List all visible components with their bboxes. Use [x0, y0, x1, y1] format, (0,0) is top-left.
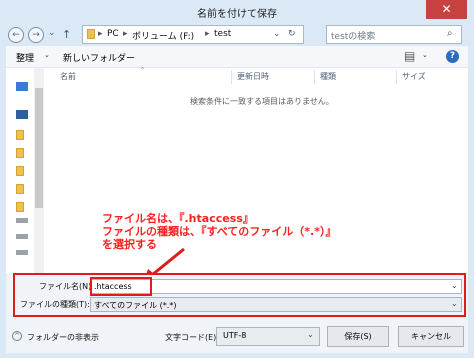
scrollbar-thumb[interactable] — [35, 88, 43, 208]
sort-arrow-icon: ^ — [140, 67, 146, 74]
column-divider[interactable] — [231, 70, 232, 84]
network-icon[interactable] — [16, 82, 28, 91]
back-button[interactable]: ← — [8, 27, 24, 43]
view-options-icon[interactable]: ▤ — [404, 49, 415, 63]
refresh-icon[interactable]: ↻ — [288, 29, 296, 39]
forward-button[interactable]: → — [28, 27, 44, 43]
window-title: 名前を付けて保存 — [197, 9, 277, 20]
organize-dropdown-icon: ⌄ — [44, 51, 50, 59]
help-icon[interactable]: ? — [446, 50, 459, 63]
cancel-button[interactable]: キャンセル — [398, 326, 464, 347]
search-input[interactable]: testの検索 — [331, 29, 375, 42]
encoding-dropdown-icon[interactable]: ⌄ — [307, 330, 314, 339]
drive-icon[interactable] — [16, 218, 28, 223]
breadcrumb-separator-icon: ▸ — [205, 29, 210, 39]
breadcrumb-separator-icon: ▸ — [98, 29, 103, 39]
column-header-modified[interactable]: 更新日時 — [237, 71, 269, 85]
pc-icon[interactable] — [16, 110, 28, 119]
drive-icon[interactable] — [16, 234, 28, 239]
encoding-label: 文字コード(E): — [165, 333, 219, 342]
history-dropdown-icon[interactable]: ⌄ — [48, 28, 56, 38]
breadcrumb-item-test[interactable]: test — [214, 29, 231, 39]
column-divider[interactable] — [314, 70, 315, 84]
close-button[interactable]: ✕ — [426, 0, 467, 19]
toolbar: 整理 ⌄ 新しいフォルダー ▤ ⌄ ? — [6, 46, 468, 68]
folder-icon[interactable] — [16, 202, 24, 212]
view-dropdown-icon[interactable]: ⌄ — [422, 51, 428, 59]
column-header-name[interactable]: 名前 — [60, 71, 76, 85]
folder-icon[interactable] — [16, 148, 24, 158]
organize-button[interactable]: 整理 — [16, 51, 34, 64]
address-bar[interactable]: ▸ PC ▸ ボリューム (F:) ▸ test ⌄ ↻ — [82, 25, 304, 44]
search-icon[interactable]: ⌕ — [447, 28, 453, 39]
folder-icon[interactable] — [16, 166, 24, 176]
annotation-line: ファイルの種類は、『すべてのファイル（*.*）』 — [102, 225, 337, 238]
save-button[interactable]: 保存(S) — [327, 326, 389, 347]
annotation-line: を選択する — [102, 238, 157, 251]
navigation-scrollbar[interactable] — [34, 68, 44, 273]
column-header-size[interactable]: サイズ — [402, 71, 426, 85]
filename-highlight — [90, 277, 152, 296]
hide-folders-button[interactable]: フォルダーの非表示 — [27, 332, 99, 343]
column-divider[interactable] — [396, 70, 397, 84]
annotation-text: ファイル名は、『.htaccess』 ファイルの種類は、『すべてのファイル（*.… — [102, 212, 336, 251]
folder-icon[interactable] — [16, 130, 24, 140]
annotation-line: ファイル名は、『.htaccess』 — [102, 212, 254, 225]
empty-message: 検索条件に一致する項目はありません。 — [190, 97, 334, 106]
encoding-select[interactable]: UTF-8 ⌄ — [216, 327, 320, 346]
up-arrow-icon[interactable]: ↑ — [62, 28, 71, 41]
address-dropdown-icon[interactable]: ⌄ — [273, 29, 281, 39]
breadcrumb-item-volume[interactable]: ボリューム (F:) — [132, 29, 194, 42]
highlight-box — [13, 273, 466, 317]
new-folder-button[interactable]: 新しいフォルダー — [63, 51, 135, 64]
save-dialog: 名前を付けて保存 ✕ ← → ⌄ ↑ ▸ PC ▸ ボリューム (F:) ▸ t… — [0, 0, 474, 358]
column-header-type[interactable]: 種類 — [320, 71, 336, 85]
drive-icon[interactable] — [16, 250, 28, 255]
breadcrumb-item-pc[interactable]: PC — [107, 29, 119, 39]
breadcrumb-separator-icon: ▸ — [123, 29, 128, 39]
chevron-up-icon[interactable]: ^ — [12, 331, 22, 341]
folder-icon — [87, 29, 95, 39]
folder-icon[interactable] — [16, 184, 24, 194]
encoding-value: UTF-8 — [223, 331, 247, 340]
search-box[interactable]: testの検索 ⌕ — [326, 25, 462, 44]
